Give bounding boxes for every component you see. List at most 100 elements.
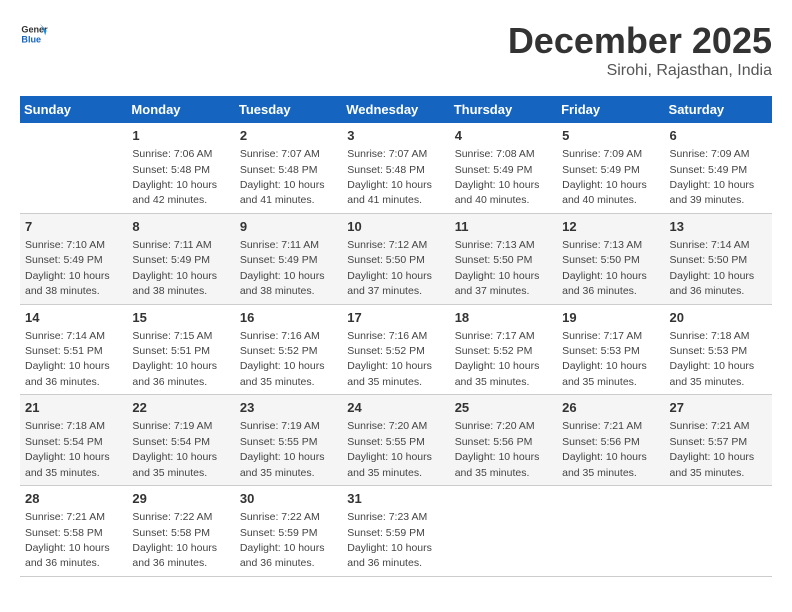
logo: General Blue [20,20,48,48]
calendar-cell: 5Sunrise: 7:09 AM Sunset: 5:49 PM Daylig… [557,123,664,213]
day-info: Sunrise: 7:11 AM Sunset: 5:49 PM Dayligh… [240,239,325,297]
calendar-cell: 17Sunrise: 7:16 AM Sunset: 5:52 PM Dayli… [342,304,449,395]
day-info: Sunrise: 7:21 AM Sunset: 5:56 PM Dayligh… [562,420,647,478]
calendar-cell: 9Sunrise: 7:11 AM Sunset: 5:49 PM Daylig… [235,213,342,304]
calendar-cell: 8Sunrise: 7:11 AM Sunset: 5:49 PM Daylig… [127,213,234,304]
day-number: 14 [25,309,122,327]
day-header-monday: Monday [127,96,234,123]
calendar-cell: 24 Sunrise: 7:20 AM Sunset: 5:55 PM Dayli… [342,395,449,486]
day-number: 10 [347,218,444,236]
day-info: Sunrise: 7:13 AM Sunset: 5:50 PM Dayligh… [455,239,540,297]
day-info: Sunrise: 7:23 AM Sunset: 5:59 PM Dayligh… [347,511,432,569]
day-info: Sunrise: 7:18 AM Sunset: 5:53 PM Dayligh… [670,330,755,388]
day-number: 2 [240,127,337,145]
calendar-cell: 23 Sunrise: 7:19 AM Sunset: 5:55 PM Dayli… [235,395,342,486]
calendar-cell [20,123,127,213]
day-info: Sunrise: 7:22 AM Sunset: 5:58 PM Dayligh… [132,511,217,569]
calendar-cell: 3Sunrise: 7:07 AM Sunset: 5:48 PM Daylig… [342,123,449,213]
day-info: Sunrise: 7:06 AM Sunset: 5:48 PM Dayligh… [132,148,217,206]
day-number: 6 [670,127,767,145]
week-row-3: 21 Sunrise: 7:18 AM Sunset: 5:54 PM Dayli… [20,395,772,486]
day-number: 3 [347,127,444,145]
day-info: Sunrise: 7:17 AM Sunset: 5:52 PM Dayligh… [455,330,540,388]
calendar-cell: 25 Sunrise: 7:20 AM Sunset: 5:56 PM Dayli… [450,395,557,486]
day-info: Sunrise: 7:21 AM Sunset: 5:58 PM Dayligh… [25,511,110,569]
day-header-thursday: Thursday [450,96,557,123]
day-info: Sunrise: 7:20 AM Sunset: 5:55 PM Dayligh… [347,420,432,478]
calendar-cell: 7Sunrise: 7:10 AM Sunset: 5:49 PM Daylig… [20,213,127,304]
day-info: Sunrise: 7:14 AM Sunset: 5:51 PM Dayligh… [25,330,110,388]
title-area: December 2025 Sirohi, Rajasthan, India [508,20,772,80]
day-number: 26 [562,399,659,417]
day-info: Sunrise: 7:14 AM Sunset: 5:50 PM Dayligh… [670,239,755,297]
header-row: SundayMondayTuesdayWednesdayThursdayFrid… [20,96,772,123]
day-info: Sunrise: 7:18 AM Sunset: 5:54 PM Dayligh… [25,420,110,478]
day-number: 17 [347,309,444,327]
day-header-saturday: Saturday [665,96,772,123]
calendar-cell: 19 Sunrise: 7:17 AM Sunset: 5:53 PM Dayli… [557,304,664,395]
day-info: Sunrise: 7:07 AM Sunset: 5:48 PM Dayligh… [240,148,325,206]
day-number: 4 [455,127,552,145]
calendar-cell: 1 Sunrise: 7:06 AM Sunset: 5:48 PM Daylig… [127,123,234,213]
day-number: 25 [455,399,552,417]
calendar-cell: 6 Sunrise: 7:09 AM Sunset: 5:49 PM Daylig… [665,123,772,213]
calendar-table: SundayMondayTuesdayWednesdayThursdayFrid… [20,96,772,577]
day-number: 29 [132,490,229,508]
header: General Blue December 2025 Sirohi, Rajas… [20,20,772,80]
day-info: Sunrise: 7:22 AM Sunset: 5:59 PM Dayligh… [240,511,325,569]
day-number: 24 [347,399,444,417]
day-number: 22 [132,399,229,417]
day-info: Sunrise: 7:19 AM Sunset: 5:54 PM Dayligh… [132,420,217,478]
day-number: 12 [562,218,659,236]
day-info: Sunrise: 7:21 AM Sunset: 5:57 PM Dayligh… [670,420,755,478]
day-info: Sunrise: 7:13 AM Sunset: 5:50 PM Dayligh… [562,239,647,297]
location-title: Sirohi, Rajasthan, India [508,62,772,80]
day-number: 1 [132,127,229,145]
day-number: 21 [25,399,122,417]
day-header-tuesday: Tuesday [235,96,342,123]
calendar-cell: 27Sunrise: 7:21 AM Sunset: 5:57 PM Dayli… [665,395,772,486]
week-row-4: 28 Sunrise: 7:21 AM Sunset: 5:58 PM Dayli… [20,486,772,577]
calendar-cell: 14 Sunrise: 7:14 AM Sunset: 5:51 PM Dayli… [20,304,127,395]
week-row-0: 1 Sunrise: 7:06 AM Sunset: 5:48 PM Daylig… [20,123,772,213]
calendar-cell: 4Sunrise: 7:08 AM Sunset: 5:49 PM Daylig… [450,123,557,213]
calendar-cell: 26 Sunrise: 7:21 AM Sunset: 5:56 PM Dayli… [557,395,664,486]
day-number: 8 [132,218,229,236]
calendar-cell: 16 Sunrise: 7:16 AM Sunset: 5:52 PM Dayli… [235,304,342,395]
calendar-cell [557,486,664,577]
day-number: 15 [132,309,229,327]
calendar-cell: 28 Sunrise: 7:21 AM Sunset: 5:58 PM Dayli… [20,486,127,577]
day-info: Sunrise: 7:19 AM Sunset: 5:55 PM Dayligh… [240,420,325,478]
day-number: 23 [240,399,337,417]
day-number: 19 [562,309,659,327]
calendar-cell [665,486,772,577]
day-number: 28 [25,490,122,508]
day-info: Sunrise: 7:20 AM Sunset: 5:56 PM Dayligh… [455,420,540,478]
calendar-cell: 2 Sunrise: 7:07 AM Sunset: 5:48 PM Daylig… [235,123,342,213]
calendar-cell: 29 Sunrise: 7:22 AM Sunset: 5:58 PM Dayli… [127,486,234,577]
day-number: 31 [347,490,444,508]
day-info: Sunrise: 7:15 AM Sunset: 5:51 PM Dayligh… [132,330,217,388]
day-number: 13 [670,218,767,236]
calendar-cell [450,486,557,577]
day-info: Sunrise: 7:10 AM Sunset: 5:49 PM Dayligh… [25,239,110,297]
calendar-cell: 22 Sunrise: 7:19 AM Sunset: 5:54 PM Dayli… [127,395,234,486]
week-row-2: 14 Sunrise: 7:14 AM Sunset: 5:51 PM Dayli… [20,304,772,395]
day-number: 16 [240,309,337,327]
day-header-wednesday: Wednesday [342,96,449,123]
day-info: Sunrise: 7:12 AM Sunset: 5:50 PM Dayligh… [347,239,432,297]
month-title: December 2025 [508,20,772,62]
day-number: 30 [240,490,337,508]
day-info: Sunrise: 7:09 AM Sunset: 5:49 PM Dayligh… [562,148,647,206]
day-info: Sunrise: 7:09 AM Sunset: 5:49 PM Dayligh… [670,148,755,206]
day-number: 20 [670,309,767,327]
calendar-cell: 31 Sunrise: 7:23 AM Sunset: 5:59 PM Dayli… [342,486,449,577]
day-info: Sunrise: 7:16 AM Sunset: 5:52 PM Dayligh… [240,330,325,388]
day-header-friday: Friday [557,96,664,123]
calendar-cell: 11Sunrise: 7:13 AM Sunset: 5:50 PM Dayli… [450,213,557,304]
calendar-cell: 13 Sunrise: 7:14 AM Sunset: 5:50 PM Dayli… [665,213,772,304]
logo-icon: General Blue [20,20,48,48]
calendar-cell: 12 Sunrise: 7:13 AM Sunset: 5:50 PM Dayli… [557,213,664,304]
day-info: Sunrise: 7:17 AM Sunset: 5:53 PM Dayligh… [562,330,647,388]
calendar-cell: 15 Sunrise: 7:15 AM Sunset: 5:51 PM Dayli… [127,304,234,395]
